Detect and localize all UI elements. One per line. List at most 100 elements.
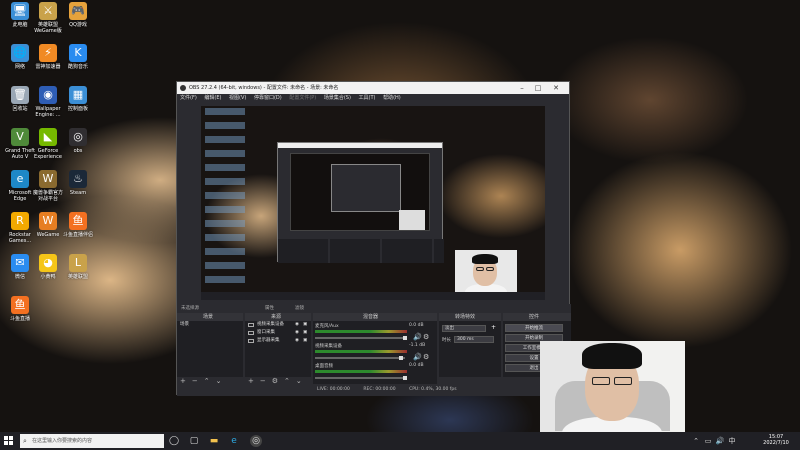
source-label: 视频采集设备 [257, 322, 284, 327]
menu-file[interactable]: 文件(F) [180, 95, 197, 101]
controls-dock-title: 控件 [503, 313, 571, 321]
lock-icon[interactable]: ▣ [303, 321, 307, 329]
menu-docks[interactable]: 停靠窗口(D) [254, 95, 282, 101]
desktop-icon-glyph: W [39, 170, 57, 188]
speaker-icon[interactable]: 🔊 [413, 353, 422, 361]
gear-icon[interactable]: ⚙ [423, 353, 429, 361]
source-toolbar: 未选择源 属性 滤镜 [177, 304, 571, 313]
transition-select[interactable]: 淡出 [442, 325, 486, 332]
menu-view[interactable]: 视图(V) [229, 95, 246, 101]
steam-icon[interactable]: ♨ Steam [60, 170, 96, 196]
menu-help[interactable]: 帮助(H) [383, 95, 401, 101]
desktop-icon-glyph: 鱼 [11, 296, 29, 314]
mixer-dock-title: 混音器 [313, 313, 437, 321]
douyu-companion-icon[interactable]: 鱼斗鱼直播伴侣 [60, 212, 96, 238]
menu-edit[interactable]: 编辑(E) [204, 95, 221, 101]
desktop-icon-label: 控制面板 [67, 106, 88, 112]
duration-label: 时长 [442, 338, 451, 343]
sources-list[interactable]: 视频采集设备 ◉ ▣ 窗口采集 ◉ ▣ 显示器采集 ◉ ▣ [245, 321, 311, 377]
qq-game-icon[interactable]: 🎮 QQ游戏 [60, 2, 96, 28]
desktop-icon-glyph: V [11, 128, 29, 146]
source-item[interactable]: 视频采集设备 ◉ ▣ [245, 321, 311, 329]
desktop-icon-glyph: ◎ [69, 128, 87, 146]
network-tray-icon[interactable]: ▭ [702, 435, 714, 447]
desktop-icon-label: 酷狗音乐 [67, 64, 88, 70]
menu-profile[interactable]: 配置文件(P) [289, 95, 316, 101]
desktop-icon-glyph: ✉ [11, 254, 29, 272]
desktop-icon-glyph: 🖥 [11, 2, 29, 20]
lock-icon[interactable]: ▣ [303, 329, 307, 337]
windows-start-icon[interactable] [3, 435, 15, 447]
preview-icon-column [205, 108, 245, 288]
task-view-icon[interactable]: ◯ [168, 435, 180, 447]
mixer-channel: 麦克风/Aux 0.0 dB 🔊 ⚙ [313, 323, 431, 345]
gear-icon[interactable]: ⚙ [423, 333, 429, 341]
speaker-icon[interactable]: 🔊 [413, 333, 422, 341]
volume-tray-icon[interactable]: 🔊 [714, 435, 726, 447]
desktop-icon-glyph: ◣ [39, 128, 57, 146]
control-panel-icon[interactable]: ▦ 控制面板 [60, 86, 96, 112]
volume-knob[interactable] [403, 336, 407, 340]
close-icon[interactable]: ✕ [549, 82, 563, 94]
obs-icon[interactable]: ◎ obs [60, 128, 96, 154]
obs-preview-canvas[interactable] [201, 106, 545, 300]
scenes-list[interactable]: 场景 [177, 321, 243, 377]
level-meter [315, 330, 407, 333]
volume-slider[interactable] [315, 377, 405, 379]
kugou-music-icon[interactable]: K 酷狗音乐 [60, 44, 96, 70]
desktop-icon-glyph: ♨ [69, 170, 87, 188]
eye-icon[interactable]: ◉ [295, 337, 299, 345]
widgets-icon[interactable]: ▢ [188, 435, 200, 447]
taskbar-clock[interactable]: 15:07 2022/7/10 [756, 434, 796, 446]
obs-app-icon [180, 85, 186, 91]
mixer-channel: 视频采集设备 -1.1 dB 🔊 ⚙ [313, 343, 431, 365]
file-explorer-icon[interactable]: ▬ [208, 435, 220, 447]
minimize-icon[interactable]: – [515, 82, 529, 94]
eye-icon[interactable]: ◉ [295, 321, 299, 329]
volume-slider[interactable] [315, 357, 405, 359]
lock-icon[interactable]: ▣ [303, 337, 307, 345]
desktop-icon-label: Steam [69, 190, 87, 196]
cpu-status: CPU: 0.4%, 30.00 fps [409, 387, 457, 392]
source-item[interactable]: 窗口采集 ◉ ▣ [245, 329, 311, 337]
properties-button[interactable]: 属性 [265, 304, 274, 313]
source-label: 显示器采集 [257, 338, 280, 343]
volume-knob[interactable] [399, 356, 403, 360]
menu-tools[interactable]: 工具(T) [359, 95, 376, 101]
league-icon[interactable]: L 英雄联盟 [60, 254, 96, 280]
desktop-icon-label: 斗鱼直播 [9, 316, 30, 322]
preview-webcam-source [455, 250, 517, 298]
eye-icon[interactable]: ◉ [295, 329, 299, 337]
preview-nested-obs-window [277, 142, 444, 263]
volume-knob[interactable] [403, 376, 407, 380]
live-status: LIVE: 00:00:00 [317, 387, 350, 392]
source-item[interactable]: 显示器采集 ◉ ▣ [245, 337, 311, 345]
desktop-icon-glyph: 🗑 [11, 86, 29, 104]
filters-button[interactable]: 滤镜 [295, 304, 304, 313]
tray-chevron-icon[interactable]: ⌃ [690, 435, 702, 447]
add-transition-icon[interactable]: + [491, 324, 496, 331]
ime-tray-icon[interactable]: 中 [726, 435, 738, 447]
mixer-panel: 麦克风/Aux 0.0 dB 🔊 ⚙ 视频采集设备 -1.1 dB 🔊 ⚙ 桌面… [313, 321, 437, 386]
source-label: 窗口采集 [257, 330, 275, 335]
desktop-icon-glyph: R [11, 212, 29, 230]
desktop-icon-glyph: L [69, 254, 87, 272]
source-type-icon [248, 339, 254, 343]
channel-name: 麦克风/Aux [315, 324, 339, 329]
desktop-icon-glyph: 鱼 [69, 212, 87, 230]
obs-titlebar[interactable]: OBS 27.2.4 (64-bit, windows) - 配置文件: 未命名… [177, 82, 569, 94]
obs-taskbar-icon[interactable]: ◎ [250, 435, 262, 447]
scene-item[interactable]: 场景 [177, 321, 243, 329]
maximize-icon[interactable]: □ [531, 82, 545, 94]
volume-slider[interactable] [315, 337, 405, 339]
desktop-icon-glyph: ⚡ [39, 44, 57, 62]
taskbar-search-input[interactable]: ⌕ 在这里输入你要搜索的内容 [20, 434, 164, 448]
menu-scene-collection[interactable]: 场景集合(S) [324, 95, 351, 101]
level-meter [315, 350, 407, 353]
start-streaming-button[interactable]: 开始推流 [505, 324, 563, 332]
edge-taskbar-icon[interactable]: e [228, 435, 240, 447]
desktop-icon-glyph: ⚔ [39, 2, 57, 20]
douyu-live-icon[interactable]: 鱼斗鱼直播 [2, 296, 38, 322]
obs-window[interactable]: OBS 27.2.4 (64-bit, windows) - 配置文件: 未命名… [176, 81, 571, 396]
duration-input[interactable]: 300 ms [454, 336, 494, 343]
